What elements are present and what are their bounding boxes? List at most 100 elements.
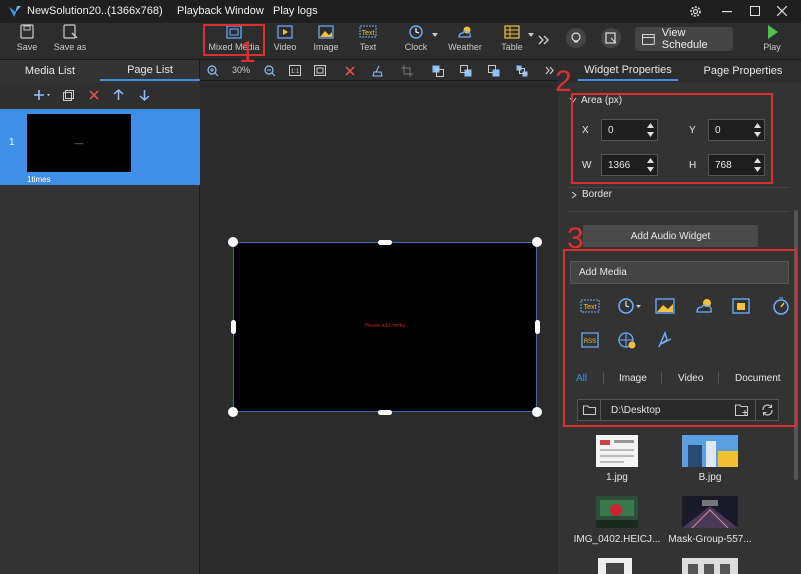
clock-dropdown-icon[interactable]	[432, 33, 438, 37]
menu-play-logs[interactable]: Play logs	[273, 5, 318, 17]
save-icon	[20, 24, 34, 39]
actual-size-icon[interactable]: 1:1	[289, 65, 301, 76]
table-label: Table	[501, 42, 523, 52]
preview-icon	[605, 32, 617, 44]
table-button[interactable]: Table	[500, 24, 524, 58]
page-list-item[interactable]: 1 — 1times	[0, 109, 200, 185]
file-name: Mask-Group-557...	[668, 534, 752, 545]
tab-widget-properties[interactable]: Widget Properties	[578, 60, 678, 81]
border-expand-icon[interactable]	[571, 191, 577, 199]
highlight-box-2	[571, 93, 773, 184]
clear-icon[interactable]	[372, 65, 384, 77]
svg-text:1:1: 1:1	[291, 69, 300, 75]
table-icon	[504, 25, 520, 39]
annotation-number-3: 3	[567, 222, 584, 255]
divider	[568, 187, 790, 188]
delete-page-icon[interactable]	[89, 90, 99, 100]
move-up-icon[interactable]	[113, 89, 124, 101]
save-button[interactable]: Save	[14, 24, 40, 58]
crop-icon[interactable]	[401, 65, 413, 77]
delete-widget-icon[interactable]	[345, 66, 355, 76]
save-label: Save	[16, 42, 38, 52]
divider	[568, 211, 790, 212]
table-dropdown-icon[interactable]	[528, 33, 534, 37]
gear-icon[interactable]	[689, 5, 702, 18]
toolbar: Save Save as Mixed Media Video Image Tex…	[0, 23, 801, 60]
highlight-box-3	[563, 249, 797, 427]
video-label: Video	[273, 42, 297, 52]
file-thumbnail[interactable]	[682, 558, 738, 574]
canvas-area: 30% 1:1 Please add media	[200, 60, 558, 574]
text-label: Text	[359, 42, 377, 52]
file-name: B.jpg	[698, 472, 722, 483]
video-icon	[277, 25, 293, 39]
text-icon: Text	[359, 25, 377, 38]
app-logo-icon	[9, 6, 21, 17]
weather-button[interactable]: Weather	[447, 24, 483, 58]
minimize-icon[interactable]	[722, 11, 732, 13]
weather-icon	[458, 26, 471, 38]
file-thumbnail[interactable]	[596, 435, 638, 467]
video-button[interactable]: Video	[272, 24, 298, 58]
image-button[interactable]: Image	[312, 24, 340, 58]
fit-screen-icon[interactable]	[314, 65, 326, 76]
resize-handle-top-right[interactable]	[532, 237, 542, 247]
resize-handle-top-left[interactable]	[228, 237, 238, 247]
view-schedule-button[interactable]: View Schedule	[635, 27, 733, 51]
app-name: NewSolution20...	[27, 5, 111, 17]
clock-label: Clock	[404, 42, 428, 52]
play-icon	[768, 25, 778, 39]
send-backward-icon[interactable]	[488, 65, 500, 77]
menu-playback-window[interactable]: Playback Window	[177, 5, 264, 17]
border-label: Border	[582, 189, 613, 200]
widget-placeholder-text: Please add media	[364, 323, 406, 329]
clock-icon	[409, 25, 423, 39]
resize-handle-bottom[interactable]	[378, 410, 392, 415]
save-as-icon	[63, 24, 78, 39]
send-back-icon[interactable]	[516, 65, 528, 77]
file-thumbnail[interactable]	[598, 558, 632, 574]
copy-page-icon[interactable]	[63, 90, 74, 101]
save-as-button[interactable]: Save as	[53, 24, 87, 58]
file-thumbnail[interactable]	[682, 435, 738, 467]
save-as-label: Save as	[53, 42, 87, 52]
maximize-icon[interactable]	[750, 6, 760, 16]
page-thumbnail: —	[27, 114, 131, 172]
left-panel: Media List Page List 1 — 1times	[0, 60, 200, 574]
resize-handle-top[interactable]	[378, 240, 392, 245]
resize-handle-left[interactable]	[231, 320, 236, 334]
view-schedule-label: View Schedule	[661, 27, 708, 51]
play-label: Play	[763, 42, 781, 52]
more-tools-icon[interactable]	[538, 35, 550, 45]
resize-handle-bottom-right[interactable]	[532, 407, 542, 417]
add-audio-widget-button[interactable]: Add Audio Widget	[583, 225, 758, 247]
highlight-box-1	[203, 24, 265, 56]
tab-media-list[interactable]: Media List	[0, 60, 100, 81]
file-thumbnail[interactable]	[596, 496, 638, 528]
clock-button[interactable]: Clock	[402, 24, 430, 58]
calendar-icon	[642, 34, 655, 45]
file-thumbnail[interactable]	[682, 496, 738, 528]
canvas-widget[interactable]: Please add media	[233, 242, 537, 412]
zoom-in-icon[interactable]	[207, 65, 219, 77]
page-list-toolbar	[0, 83, 200, 109]
resize-handle-bottom-left[interactable]	[228, 407, 238, 417]
preview-button[interactable]	[601, 28, 621, 48]
file-name: IMG_0402.HEICJ...	[573, 534, 661, 545]
title-bar: NewSolution20... (1366x768) Playback Win…	[0, 0, 801, 23]
resize-handle-right[interactable]	[535, 320, 540, 334]
bulb-button[interactable]	[566, 28, 586, 48]
close-icon[interactable]	[777, 6, 787, 16]
text-button[interactable]: Text Text	[356, 24, 380, 58]
bring-forward-icon[interactable]	[460, 65, 472, 77]
add-page-icon[interactable]	[33, 89, 51, 101]
resolution-label: (1366x768)	[107, 5, 163, 17]
bring-front-icon[interactable]	[432, 65, 444, 77]
tab-page-list[interactable]: Page List	[100, 60, 200, 81]
image-icon	[318, 25, 334, 39]
zoom-out-icon[interactable]	[264, 65, 276, 77]
play-button[interactable]: Play	[760, 24, 784, 58]
tab-page-properties[interactable]: Page Properties	[693, 60, 793, 81]
collapse-panel-icon[interactable]	[545, 66, 555, 75]
move-down-icon[interactable]	[139, 89, 150, 101]
